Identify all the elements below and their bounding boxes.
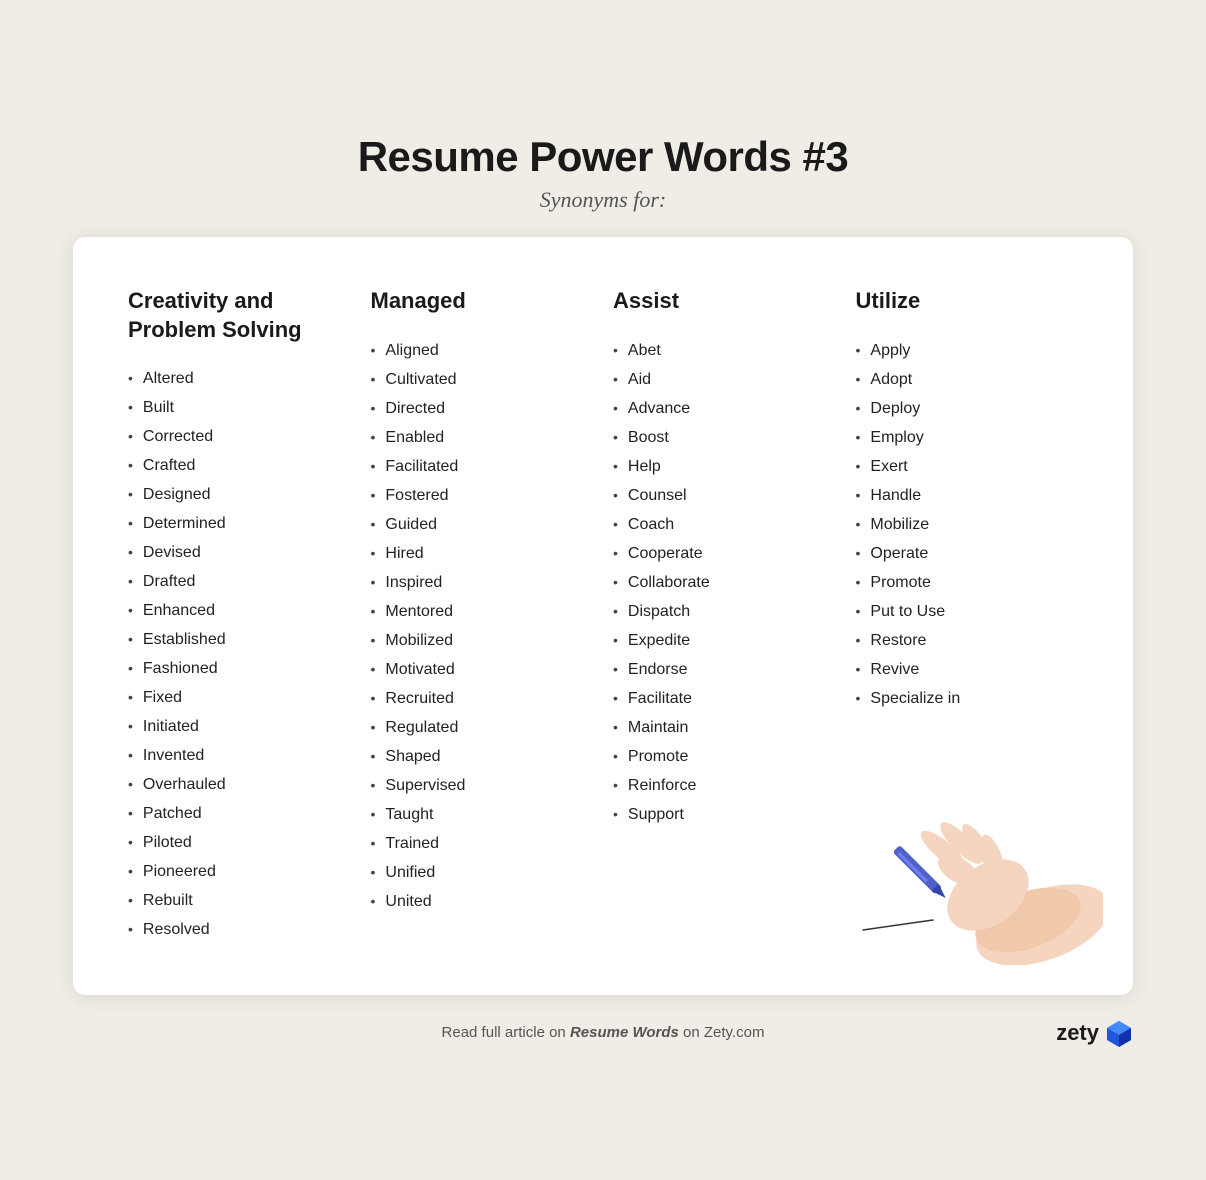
- list-item: Put to Use: [856, 597, 1079, 626]
- list-item: Taught: [371, 800, 594, 829]
- list-item: Mentored: [371, 597, 594, 626]
- list-item: Revive: [856, 655, 1079, 684]
- list-item: Promote: [613, 742, 836, 771]
- zety-cube-icon: [1105, 1019, 1133, 1047]
- list-item: Advance: [613, 394, 836, 423]
- list-item: Established: [128, 626, 351, 655]
- word-list-assist: Abet Aid Advance Boost Help Counsel Coac…: [613, 336, 836, 829]
- list-item: Piloted: [128, 829, 351, 858]
- list-item: Recruited: [371, 684, 594, 713]
- list-item: Handle: [856, 481, 1079, 510]
- list-item: Initiated: [128, 713, 351, 742]
- list-item: Facilitate: [613, 684, 836, 713]
- list-item: Maintain: [613, 713, 836, 742]
- column-assist: Assist Abet Aid Advance Boost Help Couns…: [613, 287, 856, 944]
- list-item: Determined: [128, 510, 351, 539]
- zety-logo: zety: [1056, 1019, 1133, 1047]
- column-managed: Managed Aligned Cultivated Directed Enab…: [371, 287, 614, 944]
- list-item: Promote: [856, 568, 1079, 597]
- header-section: Resume Power Words #3 Synonyms for:: [358, 133, 849, 213]
- list-item: Exert: [856, 452, 1079, 481]
- list-item: Altered: [128, 365, 351, 394]
- hand-svg: [843, 765, 1103, 965]
- page-subtitle: Synonyms for:: [358, 187, 849, 213]
- list-item: Expedite: [613, 626, 836, 655]
- list-item: Facilitated: [371, 452, 594, 481]
- list-item: Boost: [613, 423, 836, 452]
- list-item: Coach: [613, 510, 836, 539]
- list-item: Endorse: [613, 655, 836, 684]
- list-item: Help: [613, 452, 836, 481]
- column-header-managed: Managed: [371, 287, 594, 316]
- list-item: Cooperate: [613, 539, 836, 568]
- list-item: Counsel: [613, 481, 836, 510]
- content-card: Creativity andProblem Solving Altered Bu…: [73, 237, 1133, 994]
- list-item: Motivated: [371, 655, 594, 684]
- list-item: Drafted: [128, 568, 351, 597]
- list-item: Regulated: [371, 713, 594, 742]
- list-item: Operate: [856, 539, 1079, 568]
- list-item: Inspired: [371, 568, 594, 597]
- list-item: Enhanced: [128, 597, 351, 626]
- page-title: Resume Power Words #3: [358, 133, 849, 181]
- column-header-creativity: Creativity andProblem Solving: [128, 287, 351, 344]
- list-item: Aligned: [371, 336, 594, 365]
- list-item: Pioneered: [128, 858, 351, 887]
- footer-section: Read full article on Resume Words on Zet…: [73, 1019, 1133, 1047]
- list-item: Adopt: [856, 365, 1079, 394]
- list-item: Rebuilt: [128, 887, 351, 916]
- list-item: Fixed: [128, 684, 351, 713]
- list-item: Mobilize: [856, 510, 1079, 539]
- column-creativity: Creativity andProblem Solving Altered Bu…: [128, 287, 371, 944]
- column-header-utilize: Utilize: [856, 287, 1079, 316]
- page-wrapper: Resume Power Words #3 Synonyms for: Crea…: [53, 133, 1153, 1046]
- list-item: Enabled: [371, 423, 594, 452]
- list-item: Restore: [856, 626, 1079, 655]
- footer-link-text: Resume Words: [570, 1024, 679, 1041]
- list-item: Designed: [128, 481, 351, 510]
- list-item: Directed: [371, 394, 594, 423]
- list-item: Corrected: [128, 423, 351, 452]
- list-item: Trained: [371, 829, 594, 858]
- list-item: Fostered: [371, 481, 594, 510]
- list-item: Dispatch: [613, 597, 836, 626]
- list-item: Patched: [128, 800, 351, 829]
- list-item: United: [371, 887, 594, 916]
- list-item: Crafted: [128, 452, 351, 481]
- list-item: Support: [613, 800, 836, 829]
- list-item: Guided: [371, 510, 594, 539]
- list-item: Apply: [856, 336, 1079, 365]
- list-item: Specialize in: [856, 684, 1079, 713]
- list-item: Built: [128, 394, 351, 423]
- list-item: Invented: [128, 742, 351, 771]
- list-item: Hired: [371, 539, 594, 568]
- list-item: Shaped: [371, 742, 594, 771]
- list-item: Resolved: [128, 916, 351, 945]
- list-item: Employ: [856, 423, 1079, 452]
- footer-text: Read full article on Resume Words on Zet…: [426, 1024, 779, 1041]
- list-item: Fashioned: [128, 655, 351, 684]
- list-item: Aid: [613, 365, 836, 394]
- zety-label: zety: [1056, 1020, 1099, 1046]
- word-list-utilize: Apply Adopt Deploy Employ Exert Handle M…: [856, 336, 1079, 713]
- list-item: Collaborate: [613, 568, 836, 597]
- list-item: Reinforce: [613, 771, 836, 800]
- list-item: Abet: [613, 336, 836, 365]
- list-item: Cultivated: [371, 365, 594, 394]
- word-list-creativity: Altered Built Corrected Crafted Designed…: [128, 365, 351, 945]
- list-item: Deploy: [856, 394, 1079, 423]
- list-item: Unified: [371, 858, 594, 887]
- column-header-assist: Assist: [613, 287, 836, 316]
- hand-illustration: [843, 765, 1103, 965]
- list-item: Mobilized: [371, 626, 594, 655]
- word-list-managed: Aligned Cultivated Directed Enabled Faci…: [371, 336, 594, 916]
- list-item: Devised: [128, 539, 351, 568]
- list-item: Overhauled: [128, 771, 351, 800]
- list-item: Supervised: [371, 771, 594, 800]
